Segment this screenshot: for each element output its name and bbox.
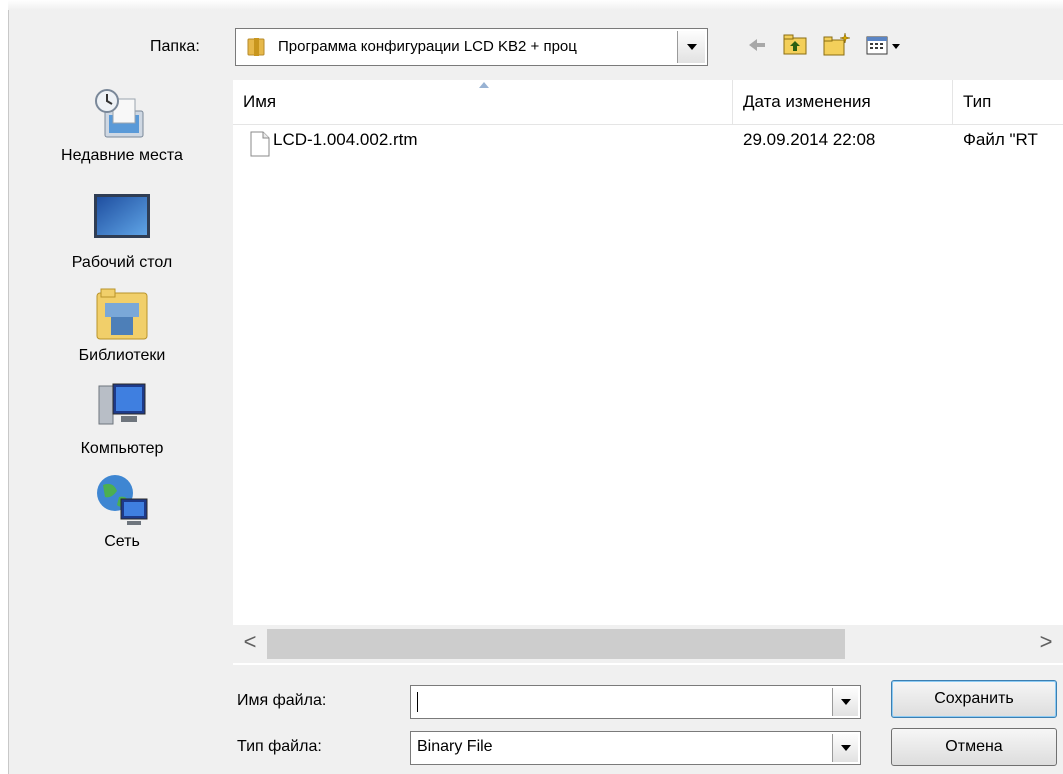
place-network[interactable]: Сеть [22,471,222,551]
window-left-edge [0,0,9,774]
cancel-button[interactable]: Отмена [891,728,1057,766]
view-menu-icon[interactable] [864,32,916,58]
libraries-icon [96,288,148,340]
look-in-current-folder: Программа конфигурации LCD KB2 + проц [278,38,577,55]
new-folder-icon[interactable] [822,32,852,58]
folder-icon [247,38,265,56]
chevron-down-icon[interactable] [832,688,858,716]
up-folder-icon[interactable] [782,32,808,58]
back-arrow-icon[interactable] [746,32,768,58]
save-button[interactable]: Сохранить [891,680,1057,718]
place-libraries-label: Библиотеки [78,347,166,364]
place-desktop-label: Рабочий стол [71,254,173,271]
window-top-edge [8,0,1063,10]
filename-label: Имя файла: [237,692,327,709]
recent-places-icon [95,89,144,138]
file-list[interactable]: Имя Дата изменения Тип LCD-1.004.002.rtm… [233,80,1063,665]
header-divider [233,124,1063,125]
column-header-type[interactable]: Тип [953,80,1063,124]
network-icon [97,475,148,525]
desktop-icon [94,194,150,238]
chevron-down-icon[interactable] [677,31,705,63]
filetype-label: Тип файла: [237,738,322,755]
file-name: LCD-1.004.002.rtm [273,130,418,149]
place-network-label: Сеть [104,533,140,550]
look-in-dropdown[interactable]: Программа конфигурации LCD KB2 + проц [235,28,708,66]
place-desktop[interactable]: Рабочий стол [22,192,222,272]
computer-icon [98,383,146,425]
place-recent[interactable]: Недавние места [22,85,222,165]
file-date: 29.09.2014 22:08 [743,130,876,149]
scroll-right-button[interactable]: > [1029,625,1063,663]
filetype-dropdown[interactable]: Binary File [410,731,861,765]
place-computer-label: Компьютер [80,440,164,457]
chevron-down-icon[interactable] [832,734,858,762]
filetype-value: Binary File [417,738,493,755]
scroll-thumb[interactable] [267,629,845,659]
place-recent-label: Недавние места [61,147,183,164]
scroll-left-button[interactable]: < [233,625,267,663]
place-libraries[interactable]: Библиотеки [22,285,222,365]
place-computer[interactable]: Компьютер [22,378,222,458]
filename-input[interactable] [410,685,861,719]
horizontal-scrollbar[interactable]: < > [233,625,1063,663]
column-header-name[interactable]: Имя [233,80,733,124]
look-in-label: Папка: [150,38,200,55]
text-caret [417,692,418,712]
file-type: Файл "RT [963,130,1038,149]
column-header-date[interactable]: Дата изменения [733,80,953,124]
file-icon [250,131,270,157]
